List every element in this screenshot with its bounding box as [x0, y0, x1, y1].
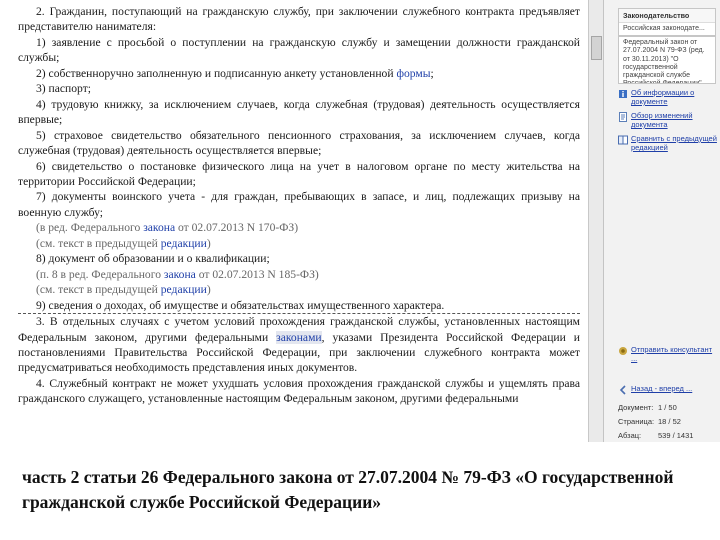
source-card-body: Российская законодате... [623, 25, 705, 32]
amendment-note-1: (в ред. Федерального закона от 02.07.201… [18, 220, 580, 235]
document-viewer-window: 2. Гражданин, поступающий на гражданскую… [0, 0, 720, 442]
document-side-panel: Законодательство Российская законодате..… [603, 0, 720, 442]
document-counter: Документ: 1 / 50 [618, 403, 720, 412]
panel-link-info-label: Об информации о документе [631, 88, 695, 106]
back-arrow-icon [619, 385, 626, 395]
note-4-suffix: ) [206, 283, 211, 297]
note-3-prefix: (п. 8 в ред. Федерального [36, 267, 164, 281]
law-link-2[interactable]: закона [164, 268, 196, 281]
document-review-icon [619, 112, 627, 122]
info-icon [619, 90, 627, 98]
panel-link-consultant-label: Отправить консультант ... [631, 345, 713, 363]
slide-caption: часть 2 статьи 26 Федерального закона от… [22, 467, 674, 512]
panel-link-changes[interactable]: Обзор изменений документа [618, 111, 718, 129]
document-counter-value: 1 / 50 [658, 403, 677, 412]
panel-link-consultant[interactable]: Отправить консультант ... [618, 345, 718, 363]
forms-link[interactable]: формы [396, 67, 430, 80]
item-7: 7) документы воинского учета - для гражд… [18, 190, 580, 219]
panel-link-back[interactable]: Назад - вперед ... [618, 384, 718, 395]
page-counter-label: Страница: [618, 417, 655, 426]
item-2-tail: ; [430, 66, 434, 80]
laws-link[interactable]: законами [276, 330, 322, 344]
item-6: 6) свидетельство о постановке физическог… [18, 159, 580, 188]
paragraph-counter-value: 539 / 1431 [658, 431, 694, 440]
panel-link-back-label: Назад - вперед ... [631, 384, 693, 393]
source-card[interactable]: Законодательство Российская законодате..… [618, 8, 716, 37]
edition-link-1[interactable]: редакции [161, 237, 207, 250]
vertical-scrollbar[interactable] [588, 0, 603, 442]
paragraph-counter-label: Абзац: [618, 431, 642, 440]
item-1: 1) заявление с просьбой о поступлении на… [18, 35, 580, 65]
item-5: 5) страховое свидетельство обязательного… [18, 128, 580, 158]
document-card[interactable]: Федеральный закон от 27.07.2004 N 79-ФЗ … [618, 36, 716, 84]
paragraph-3: 3. В отдельных случаях с учетом условий … [18, 314, 580, 376]
panel-link-compare-label: Сравнить с предыдущей редакцией [631, 134, 717, 152]
note-4-prefix: (см. текст в предыдущей [36, 283, 161, 297]
previous-edition-note-2: (см. текст в предыдущей редакции) [18, 282, 580, 297]
paragraph-counter: Абзац: 539 / 1431 [618, 431, 720, 440]
panel-link-info[interactable]: Об информации о документе [618, 88, 718, 106]
note-1-suffix: от 02.07.2013 N 170-ФЗ) [175, 221, 299, 235]
note-1-prefix: (в ред. Федерального [36, 221, 144, 235]
emblem-icon [619, 347, 627, 355]
amendment-note-2: (п. 8 в ред. Федерального закона от 02.0… [18, 267, 580, 282]
document-counter-label: Документ: [618, 403, 654, 412]
note-2-prefix: (см. текст в предыдущей [36, 236, 161, 250]
document-text-pane[interactable]: 2. Гражданин, поступающий на гражданскую… [0, 0, 588, 442]
item-8: 8) документ об образовании и о квалифика… [36, 252, 270, 266]
item-4: 4) трудовую книжку, за исключением случа… [18, 97, 580, 127]
note-3-suffix: от 02.07.2013 N 185-ФЗ) [195, 267, 319, 281]
panel-link-changes-label: Обзор изменений документа [631, 111, 693, 129]
scrollbar-thumb[interactable] [591, 36, 602, 60]
document-card-title: Федеральный закон от 27.07.2004 N 79-ФЗ … [623, 39, 705, 83]
item-2-text: 2) собственноручно заполненную и подписа… [36, 66, 397, 80]
item-9: 9) сведения о доходах, об имуществе и об… [36, 298, 445, 312]
panel-link-compare[interactable]: Сравнить с предыдущей редакцией [618, 134, 718, 152]
edition-link-2[interactable]: редакции [161, 283, 207, 296]
paragraph-4: 4. Служебный контракт не может ухудшать … [18, 376, 580, 406]
source-card-title: Законодательство [619, 9, 715, 23]
note-2-suffix: ) [206, 236, 211, 250]
paragraph-2: 2. Гражданин, поступающий на гражданскую… [18, 5, 580, 34]
compare-icon [618, 135, 628, 145]
item-2: 2) собственноручно заполненную и подписа… [18, 66, 580, 81]
document-body: 2. Гражданин, поступающий на гражданскую… [18, 4, 580, 407]
item-3: 3) паспорт; [36, 82, 91, 96]
page-counter: Страница: 18 / 52 [618, 417, 720, 426]
previous-edition-note-1: (см. текст в предыдущей редакции) [18, 236, 580, 251]
law-link-1[interactable]: закона [143, 221, 175, 234]
page-counter-value: 18 / 52 [658, 417, 681, 426]
